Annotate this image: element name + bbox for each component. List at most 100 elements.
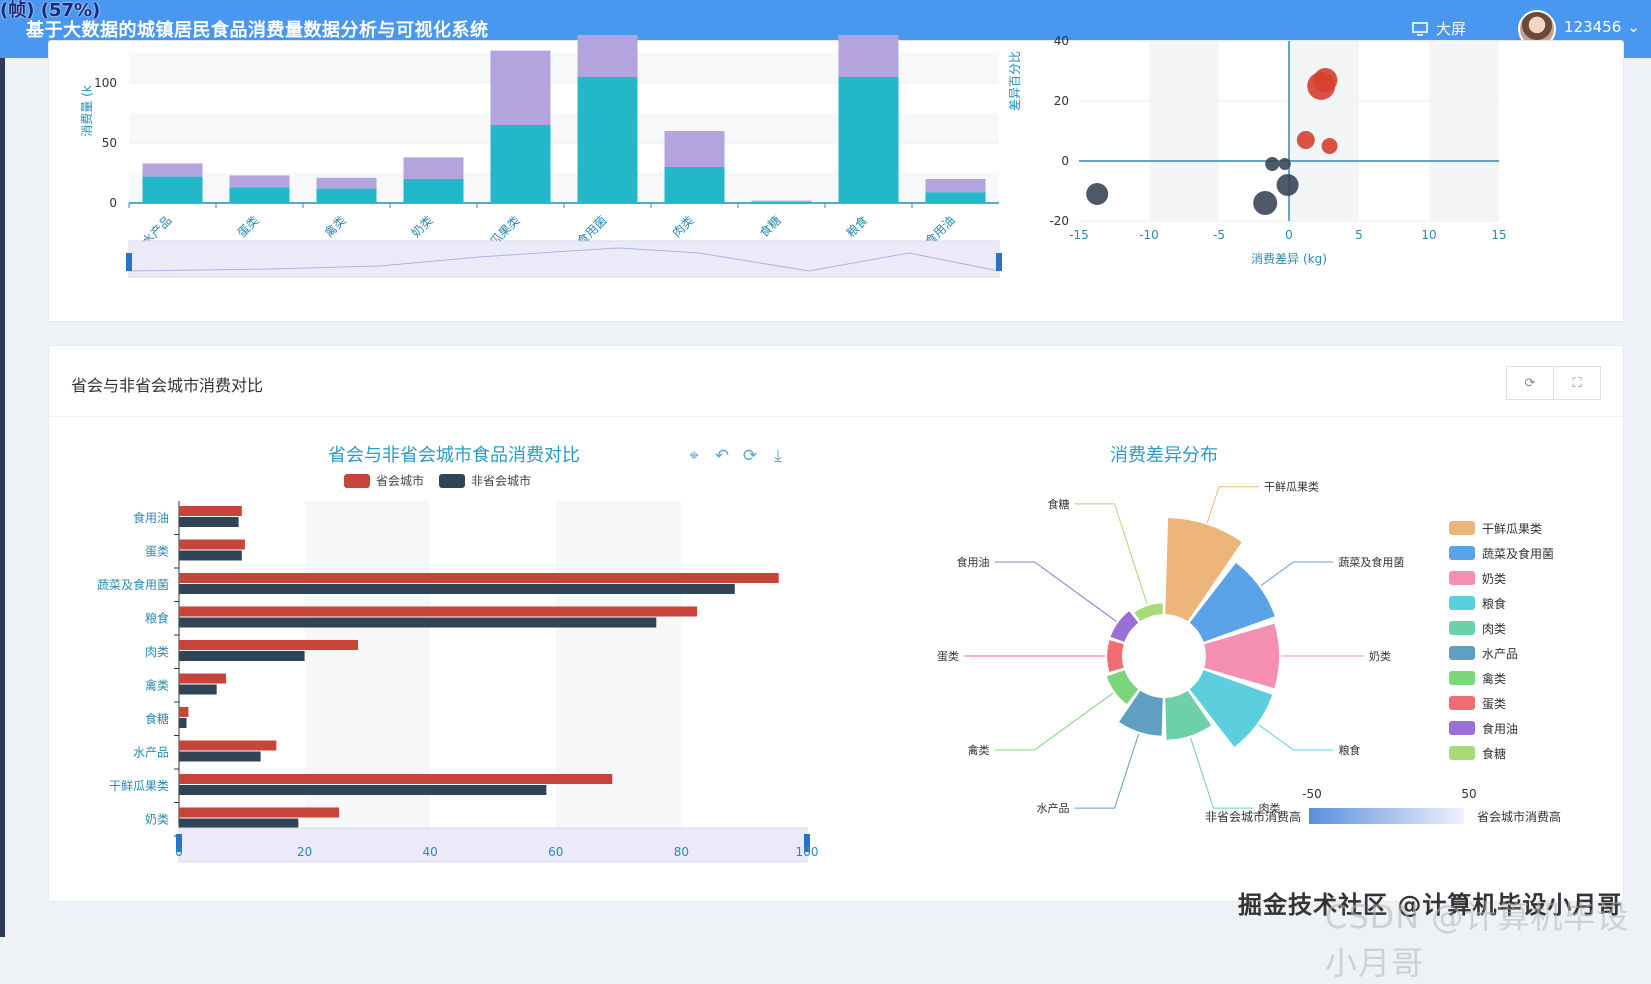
bar — [179, 651, 305, 661]
x-tick-label: 60 — [548, 845, 563, 859]
horizontal-bar-chart: 省会与非省会城市食品消费对比 ⌖ ↶ ⟳ ⤓ 省会城市 非省会城市食用油蛋类蔬菜及食用菌粮食… — [97, 445, 819, 863]
label-line — [994, 561, 1117, 622]
username: 123456 — [1564, 18, 1622, 36]
legend-label: 粮食 — [1482, 596, 1506, 611]
bar-segment — [751, 200, 812, 202]
bar-segment — [577, 35, 638, 77]
bar — [179, 818, 299, 829]
slice-label: 蔬菜及食用菌 — [1338, 555, 1404, 569]
label-line — [1190, 737, 1254, 809]
legend-swatch — [1449, 596, 1475, 610]
bigscreen-label: 大屏 — [1436, 20, 1467, 38]
visualmap-low-text: 非省会城市消费高 — [1205, 809, 1301, 824]
legend-label: 肉类 — [1482, 622, 1506, 636]
scatter-point — [1086, 183, 1109, 205]
legend-label: 蔬菜及食用菌 — [1482, 546, 1554, 561]
fullscreen-button[interactable]: ⛶ — [1554, 366, 1601, 400]
slice-label: 禽类 — [968, 743, 990, 757]
rose-slice — [1134, 603, 1163, 622]
legend-swatch — [344, 474, 370, 488]
card-header-buttons: ⟳ ⛶ — [1506, 366, 1601, 400]
legend-swatch — [1449, 671, 1475, 685]
refresh-button[interactable]: ⟳ — [1506, 366, 1554, 400]
bar — [179, 673, 227, 684]
y-tick-label: 肉类 — [145, 645, 169, 659]
x-axis-label: 消费差异 (kg) — [1251, 252, 1327, 266]
x-tick-label: 0 — [1285, 228, 1293, 242]
bar-segment — [925, 179, 986, 193]
datazoom-handle-left — [126, 253, 132, 271]
bar — [179, 718, 187, 728]
y-tick-label: 干鲜瓜果类 — [109, 779, 169, 793]
label-line — [1260, 561, 1334, 587]
zoom-reset-icon: ↶ — [715, 446, 729, 466]
restore-icon: ⟳ — [743, 446, 757, 466]
slice-label: 奶类 — [1369, 649, 1391, 663]
left-edge — [0, 58, 5, 937]
bar-segment — [664, 131, 725, 167]
slice-label: 食糖 — [1048, 497, 1070, 511]
legend-swatch — [1449, 721, 1475, 735]
x-tick-label: 20 — [297, 845, 312, 859]
bar — [179, 539, 245, 550]
label-line — [1206, 486, 1260, 524]
bar-segment — [403, 179, 464, 203]
x-tick-label: 100 — [796, 845, 819, 859]
recording-overlay: (帧) (57%) — [0, 0, 101, 21]
legend-swatch — [1449, 621, 1475, 635]
visualmap-max: 50 — [1461, 787, 1476, 801]
bigscreen-button[interactable]: 大屏 — [1412, 18, 1466, 39]
y-tick-label: 粮食 — [145, 610, 169, 625]
scatter-point — [1321, 138, 1338, 154]
scatter-chart: -20 0 20 40 -15 -10 -5 0 5 10 15 消费差异 (kg) 差异百分比 — [1008, 34, 1507, 266]
x-tick-label: 奶类 — [409, 213, 436, 240]
bar-segment — [751, 201, 812, 203]
label-line — [1258, 724, 1334, 751]
y-tick-label: -20 — [1049, 214, 1069, 228]
grid-band — [1429, 41, 1499, 221]
x-tick-label: -5 — [1213, 228, 1225, 242]
bar — [179, 740, 277, 751]
chart-title: 省会与非省会城市食品消费对比 — [328, 445, 580, 466]
x-tick-label: 粮食 — [843, 213, 871, 241]
legend-swatch — [1449, 546, 1475, 560]
bar — [179, 584, 735, 594]
slice-label: 粮食 — [1338, 743, 1360, 757]
label-line — [994, 692, 1114, 751]
scatter-point — [1296, 131, 1315, 149]
bar — [179, 617, 657, 628]
stacked-bar-chart: 050100消费量 (k水产品蛋类禽类奶类干鲜瓜果类蔬菜及食用菌肉类食糖粮食食用… — [80, 35, 1002, 278]
grid-band — [555, 501, 682, 836]
slice-label: 食用油 — [957, 555, 990, 569]
rose-slice — [1106, 670, 1139, 705]
user-menu[interactable]: 123456 ⌄ — [1564, 18, 1640, 36]
comparison-card: 省会与非省会城市消费对比 ⟳ ⛶ 省会与非省会城市食品消费对比 ⌖ ↶ ⟳ ⤓ 省会城市非… — [48, 345, 1624, 902]
grid-band — [1289, 41, 1359, 221]
y-tick-label: 水产品 — [133, 745, 169, 759]
visualmap-bar — [1309, 808, 1464, 824]
legend-swatch — [1449, 521, 1475, 535]
rose-pie-chart: 消费差异分布干鲜瓜果类蔬菜及食用菌奶类粮食肉类水产品禽类蛋类食用油食糖干鲜瓜果类… — [937, 445, 1561, 824]
x-tick-label: -15 — [1069, 228, 1089, 242]
y-axis-label: 消费量 (k — [80, 85, 94, 136]
legend-label: 奶类 — [1482, 572, 1506, 586]
scatter-point — [1253, 191, 1278, 215]
bar-segment — [316, 177, 377, 189]
rose-slice — [1107, 640, 1124, 672]
slice-label: 水产品 — [1037, 801, 1070, 815]
legend-label: 蛋类 — [1482, 697, 1506, 711]
rose-slice — [1110, 611, 1139, 642]
x-tick-label: 0 — [175, 845, 183, 859]
bar — [179, 550, 242, 561]
scatter-point — [1278, 158, 1291, 170]
zoom-icon: ⌖ — [689, 446, 699, 466]
section-title: 省会与非省会城市消费对比 — [71, 376, 264, 395]
label-line — [1074, 503, 1148, 605]
bar-segment — [664, 167, 725, 203]
bar-segment — [229, 175, 290, 188]
bar — [179, 707, 189, 717]
y-axis-label: 差异百分比 — [1008, 51, 1022, 111]
scatter-point — [1276, 174, 1299, 196]
bar-segment — [403, 157, 464, 179]
chart-title: 消费差异分布 — [1110, 445, 1218, 466]
